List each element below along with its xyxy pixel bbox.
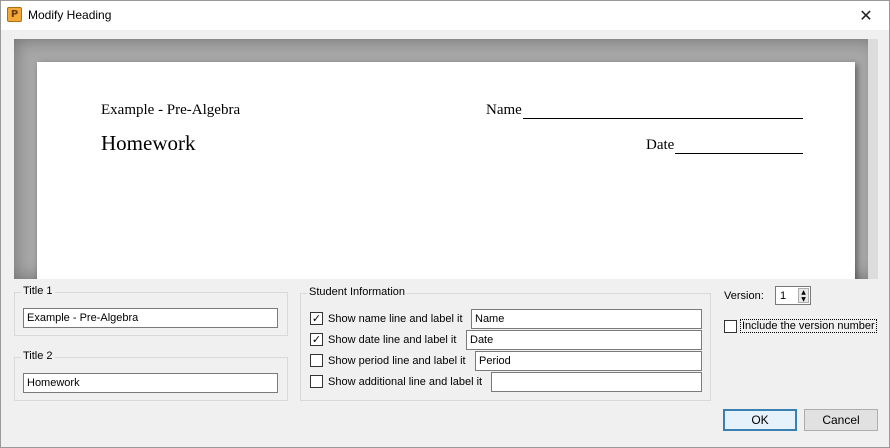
preview-date-line: Date <box>646 137 804 154</box>
include-version-label: Include the version number <box>740 319 877 333</box>
spin-down-icon[interactable]: ▼ <box>799 296 808 303</box>
heading-preview: Example - Pre-Algebra Homework Name Date <box>14 39 878 279</box>
preview-name-label: Name <box>486 102 522 118</box>
additional-label-input[interactable] <box>491 372 702 392</box>
ok-button[interactable]: OK <box>723 409 797 431</box>
name-underline <box>522 104 803 119</box>
preview-title1: Example - Pre-Algebra <box>101 102 241 118</box>
modify-heading-dialog: P Modify Heading ✕ Example - Pre-Algebra… <box>0 0 890 448</box>
preview-title2: Homework <box>101 131 196 155</box>
close-button[interactable]: ✕ <box>843 1 889 30</box>
app-icon: P <box>7 7 22 22</box>
check-icon: ✓ <box>311 312 322 325</box>
include-version-checkbox[interactable] <box>724 319 737 333</box>
preview-page: Example - Pre-Algebra Homework Name Date <box>37 62 855 279</box>
additional-line-checkbox[interactable] <box>310 375 323 388</box>
dialog-title: Modify Heading <box>28 8 112 22</box>
close-icon: ✕ <box>859 6 873 25</box>
check-icon: ✓ <box>311 333 322 346</box>
name-line-option[interactable]: ✓ Show name line and label it <box>310 312 463 325</box>
version-value: 1 <box>780 290 787 302</box>
date-line-option-label: Show date line and label it <box>328 333 457 346</box>
title2-input[interactable]: Homework <box>23 373 278 393</box>
version-stepper[interactable]: 1 ▲ ▼ <box>775 286 811 305</box>
preview-scrollbar[interactable] <box>868 39 878 279</box>
period-line-option-label: Show period line and label it <box>328 354 466 367</box>
include-version-option[interactable]: Include the version number <box>724 319 877 333</box>
title2-group-label: Title 2 <box>21 350 55 362</box>
date-label-input[interactable]: Date <box>466 330 702 350</box>
additional-line-option[interactable]: Show additional line and label it <box>310 375 482 388</box>
period-line-option[interactable]: Show period line and label it <box>310 354 466 367</box>
spin-up-icon[interactable]: ▲ <box>799 289 808 296</box>
title1-input[interactable]: Example - Pre-Algebra <box>23 308 278 328</box>
period-label-input[interactable]: Period <box>475 351 702 371</box>
date-line-checkbox[interactable]: ✓ <box>310 333 323 346</box>
additional-line-option-label: Show additional line and label it <box>328 375 483 388</box>
preview-name-line: Name <box>486 102 803 119</box>
version-stepper-arrows[interactable]: ▲ ▼ <box>798 288 809 303</box>
date-line-option[interactable]: ✓ Show date line and label it <box>310 333 456 346</box>
student-information-label: Student Information <box>307 286 408 298</box>
period-line-checkbox[interactable] <box>310 354 323 367</box>
name-label-input[interactable]: Name <box>471 309 702 329</box>
version-label: Version: <box>724 290 764 302</box>
date-underline <box>675 139 804 154</box>
cancel-button[interactable]: Cancel <box>804 409 878 431</box>
name-line-checkbox[interactable]: ✓ <box>310 312 323 325</box>
title1-group-label: Title 1 <box>21 285 55 297</box>
name-line-option-label: Show name line and label it <box>328 312 463 325</box>
preview-date-label: Date <box>646 137 675 153</box>
title-bar: P Modify Heading ✕ <box>1 1 889 30</box>
